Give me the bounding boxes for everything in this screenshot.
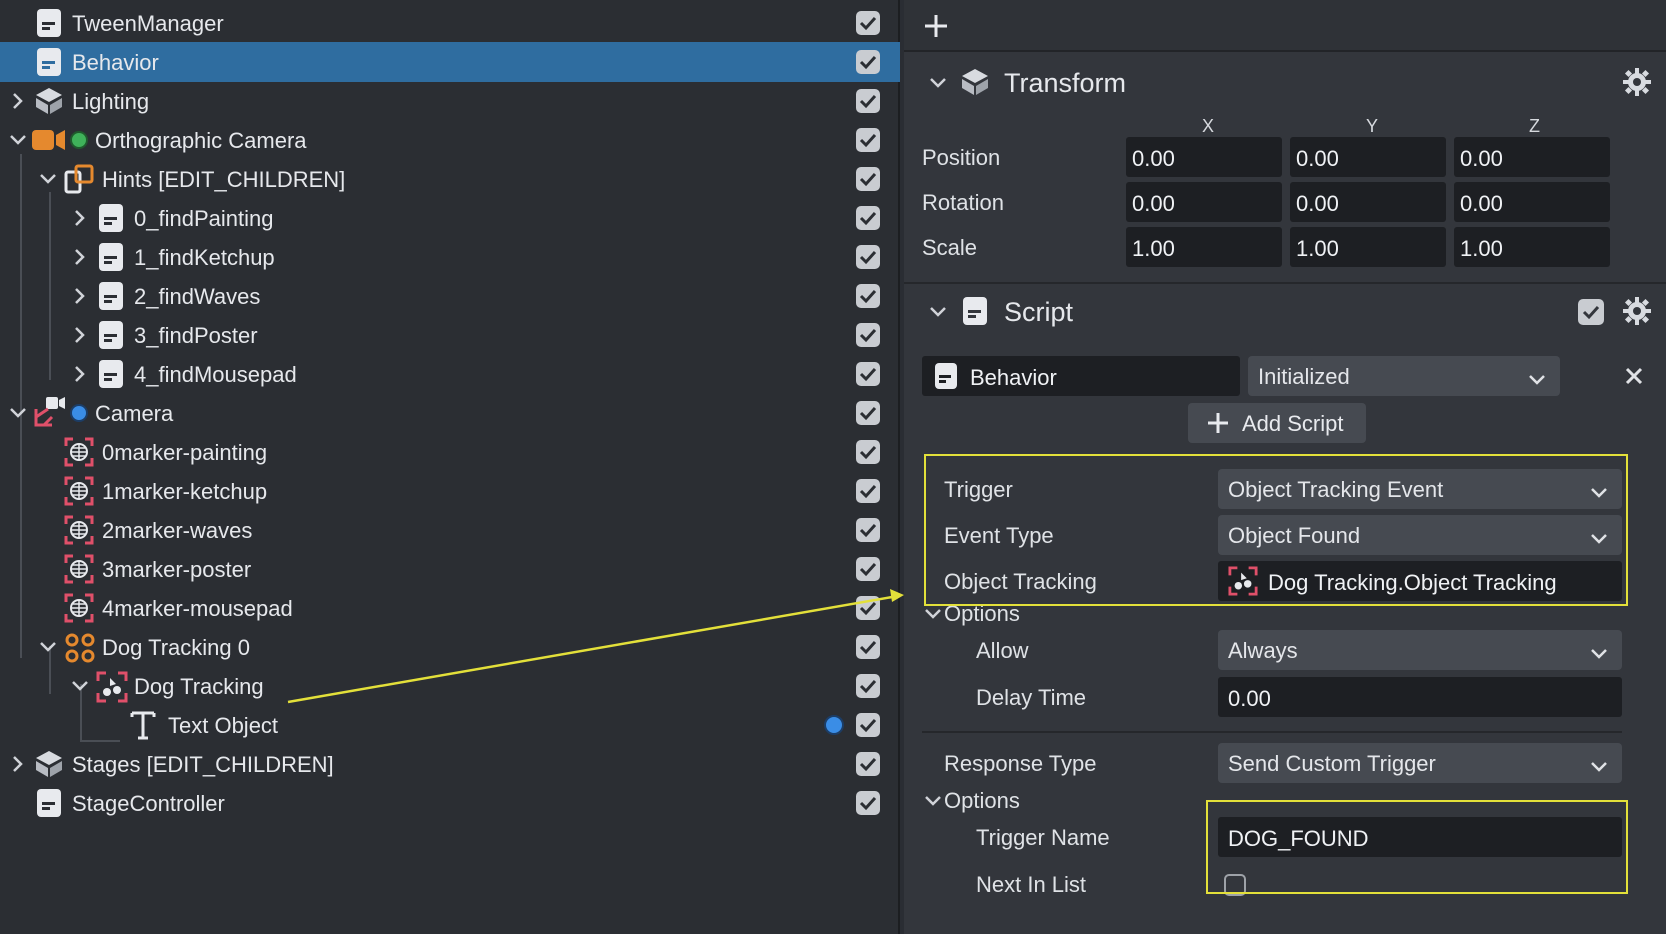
annotation-arrow xyxy=(287,589,904,704)
